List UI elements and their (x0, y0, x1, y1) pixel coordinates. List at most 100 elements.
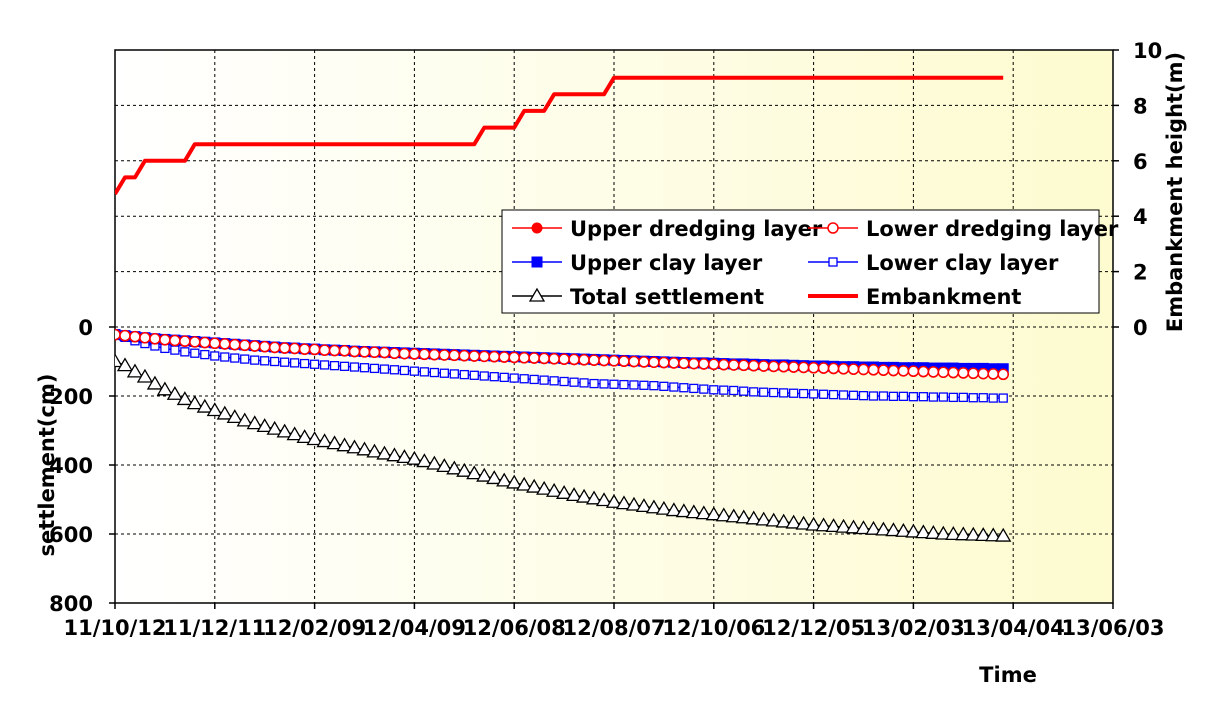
settlement-axis-title: settlement(cm) (35, 374, 59, 557)
data-point (847, 363, 860, 375)
data-point (200, 349, 210, 360)
data-point (508, 351, 520, 364)
data-point (378, 346, 391, 359)
data-point (199, 336, 211, 349)
x-tick-label: 13/04/04 (962, 616, 1065, 640)
data-point (868, 391, 879, 401)
data-point (408, 348, 421, 360)
data-point (757, 360, 770, 372)
data-point (119, 329, 131, 342)
data-point (478, 350, 491, 363)
data-point (209, 337, 221, 349)
data-point (379, 364, 390, 374)
legend-label: Lower dredging layer (866, 217, 1119, 241)
data-point (308, 343, 321, 356)
data-point (598, 354, 610, 367)
data-point (230, 353, 240, 363)
settlement-chart: 11/10/1211/12/1112/02/0912/04/0912/06/08… (35, 39, 1187, 687)
data-point (749, 387, 759, 397)
data-point (528, 352, 540, 364)
data-point (689, 383, 699, 394)
data-point (818, 389, 829, 399)
data-point (538, 352, 550, 365)
x-tick-label: 12/02/09 (263, 616, 366, 640)
embankment-tick-label: 0 (1133, 316, 1148, 340)
data-point (419, 367, 430, 377)
x-tick-label: 13/02/03 (862, 616, 965, 640)
data-point (579, 378, 589, 388)
data-point (398, 347, 411, 360)
data-point (659, 381, 669, 391)
data-point (499, 372, 509, 383)
data-point (797, 361, 810, 374)
data-point (210, 351, 220, 361)
legend-marker (531, 222, 543, 234)
data-point (169, 334, 181, 347)
data-point (867, 364, 880, 376)
data-point (229, 338, 241, 351)
data-point (170, 345, 180, 355)
data-point (149, 332, 161, 345)
data-point (898, 391, 909, 401)
data-point (318, 344, 331, 356)
data-point (389, 365, 400, 375)
data-point (309, 359, 320, 369)
x-tick-label: 12/04/09 (363, 616, 466, 640)
data-point (609, 379, 619, 389)
data-point (479, 371, 489, 381)
x-tick-label: 13/06/03 (1061, 616, 1164, 640)
data-point (238, 339, 251, 352)
legend-marker (828, 257, 838, 267)
data-point (438, 349, 451, 361)
data-point (115, 328, 121, 341)
data-point (649, 380, 659, 391)
data-point (958, 392, 968, 403)
x-axis-ticks: 11/10/1211/12/1112/02/0912/04/0912/06/08… (63, 603, 1165, 640)
data-point (927, 366, 940, 378)
data-point (399, 365, 410, 376)
data-point (698, 358, 710, 370)
data-point (857, 363, 870, 376)
data-point (568, 353, 580, 366)
data-point (729, 385, 739, 396)
data-point (348, 345, 361, 358)
data-point (449, 369, 459, 379)
data-point (648, 356, 660, 368)
data-point (549, 376, 559, 386)
data-point (319, 360, 330, 370)
data-point (428, 348, 441, 361)
settlement-tick-label: 800 (49, 592, 93, 616)
data-point (817, 362, 830, 374)
embankment-tick-label: 2 (1133, 261, 1148, 285)
data-point (418, 348, 431, 361)
data-point (947, 366, 960, 379)
data-point (728, 359, 740, 371)
data-point (179, 335, 191, 347)
data-point (458, 349, 471, 362)
data-point (278, 342, 291, 354)
data-point (518, 351, 530, 364)
data-point (787, 361, 800, 373)
data-point (299, 358, 310, 369)
data-point (897, 365, 910, 377)
x-tick-label: 12/08/07 (562, 616, 665, 640)
data-point (948, 392, 958, 403)
data-point (459, 369, 469, 380)
data-point (739, 386, 749, 396)
data-point (907, 365, 920, 377)
data-point (488, 350, 500, 363)
settlement-axis-ticks: 0200400600800 (49, 316, 115, 616)
data-point (828, 389, 839, 400)
data-point (709, 385, 719, 395)
data-point (448, 349, 461, 362)
data-point (468, 350, 481, 362)
embankment-tick-label: 8 (1133, 94, 1148, 118)
data-point (938, 392, 948, 402)
data-point (288, 342, 301, 355)
data-point (328, 344, 341, 357)
data-point (808, 389, 819, 399)
data-point (329, 360, 340, 371)
legend: Upper dredging layer Lower dredging layer… (501, 209, 1119, 314)
data-point (338, 345, 351, 357)
data-point (767, 360, 780, 373)
